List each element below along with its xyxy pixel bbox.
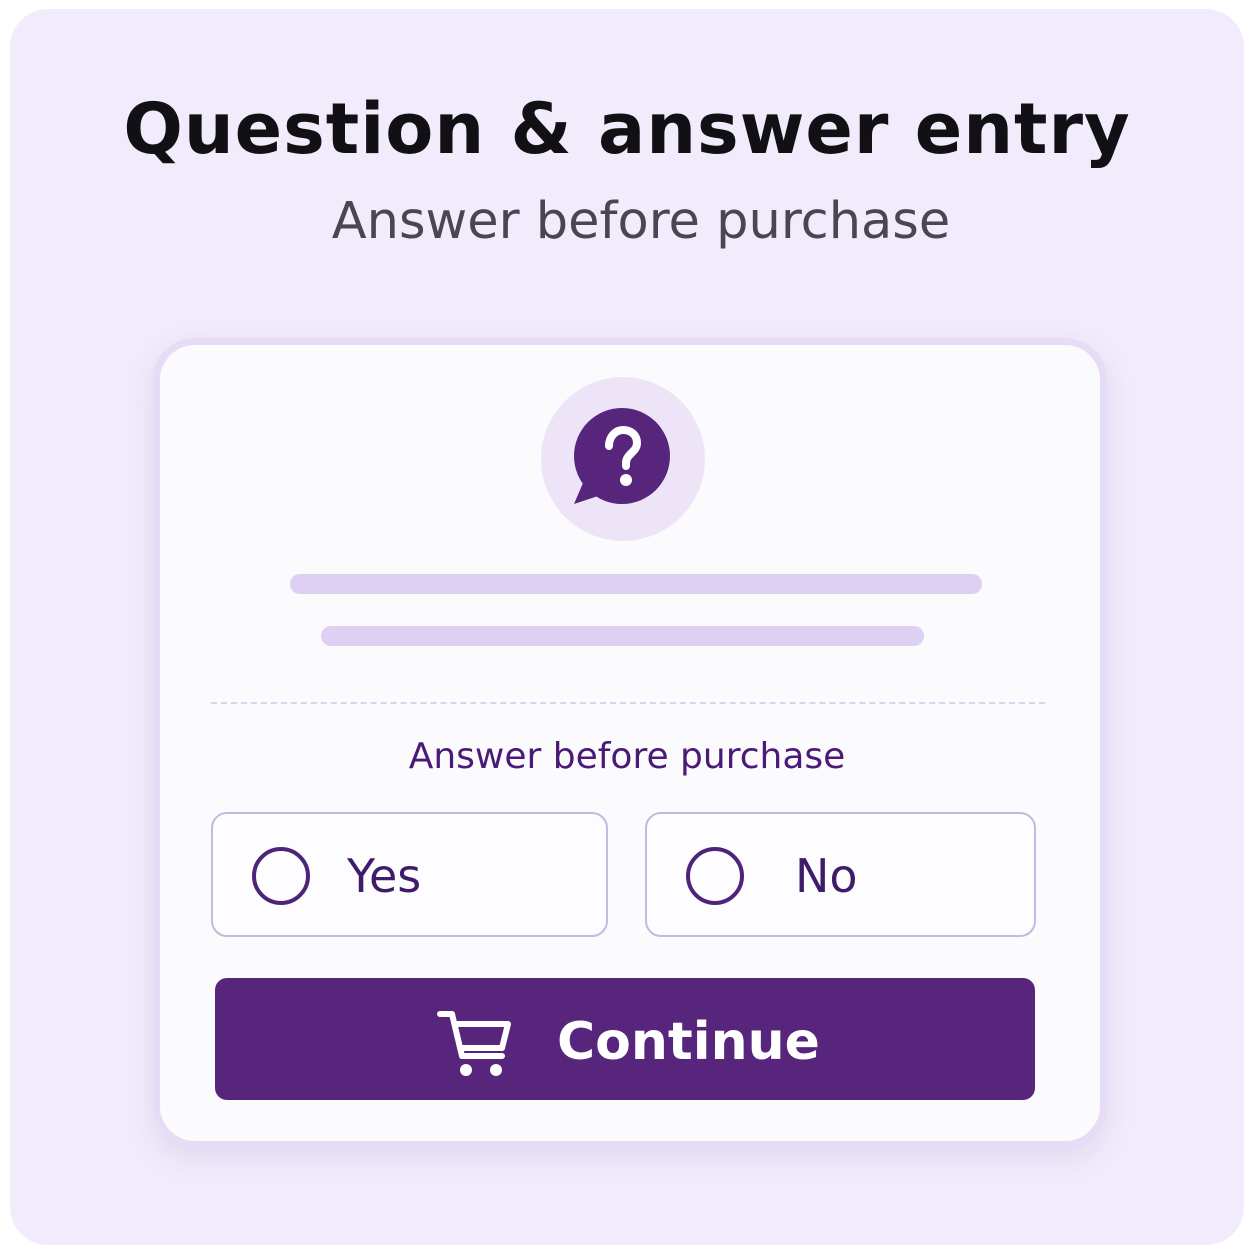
page-title: Question & answer entry — [123, 88, 1131, 170]
radio-button-yes[interactable] — [252, 847, 310, 905]
option-no[interactable]: No — [645, 812, 1036, 937]
question-bubble-icon — [574, 408, 670, 504]
answer-prompt: Answer before purchase — [408, 736, 846, 777]
cart-icon — [437, 1011, 511, 1076]
option-yes-label: Yes — [347, 849, 422, 903]
page-subtitle: Answer before purchase — [331, 192, 951, 251]
question-text-placeholder-line — [321, 626, 924, 646]
continue-label: Continue — [557, 1012, 820, 1072]
option-yes[interactable]: Yes — [211, 812, 608, 937]
option-no-label: No — [795, 849, 858, 903]
dashed-divider — [211, 702, 1045, 704]
radio-button-no[interactable] — [686, 847, 744, 905]
question-text-placeholder-line — [290, 574, 982, 594]
